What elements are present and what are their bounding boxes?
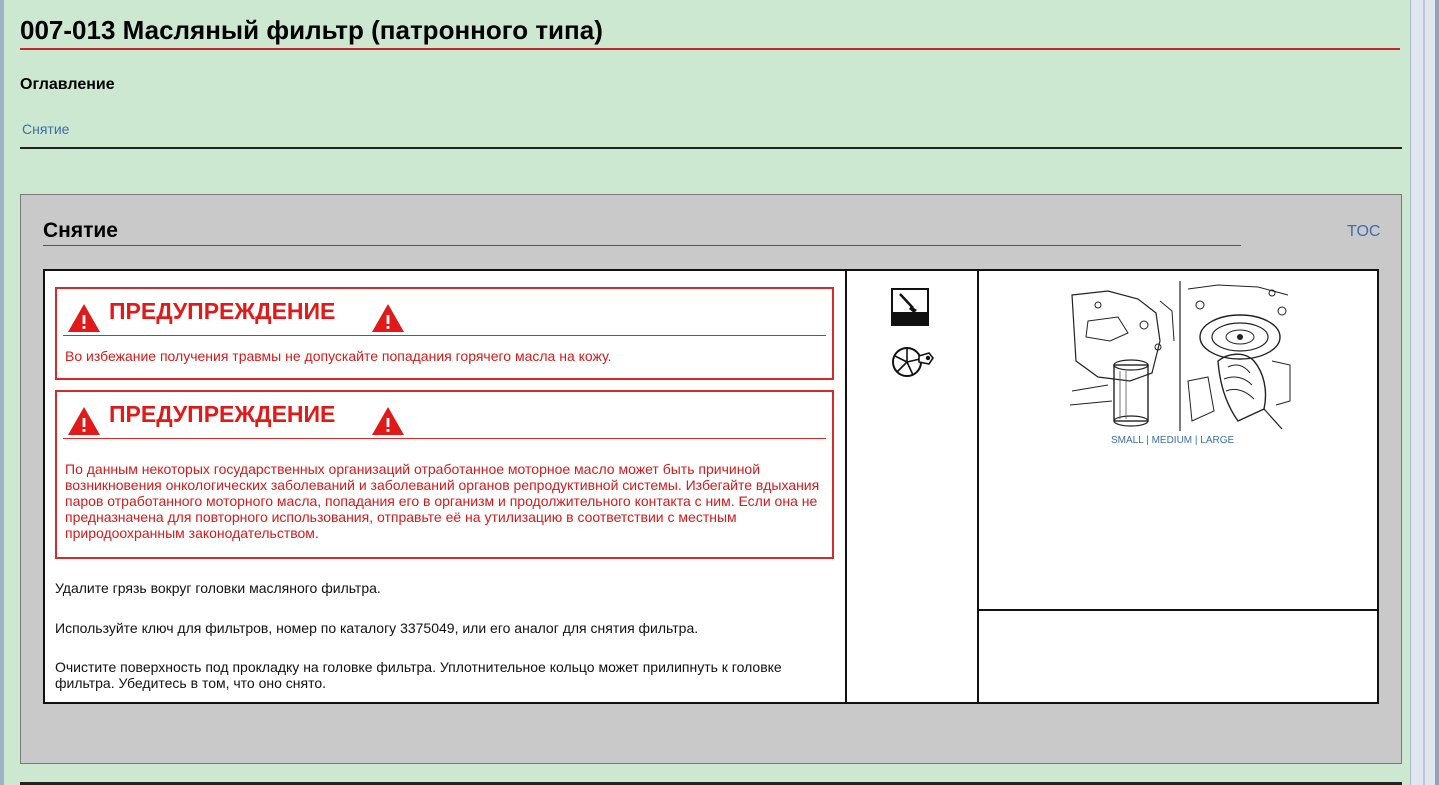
warning-header: ПРЕДУПРЕЖДЕНИЕ <box>63 289 826 336</box>
warning-text: Во избежание получения травмы не допуска… <box>65 348 612 364</box>
warning-box: ПРЕДУПРЕЖДЕНИЕ Во избежание получения тр… <box>55 287 834 380</box>
image-size-small-link[interactable]: SMALL <box>1111 435 1143 446</box>
removal-section: Снятие TOC ПРЕДУПРЕЖДЕНИЕ Во избежание п <box>20 194 1402 764</box>
image-size-large-link[interactable]: LARGE <box>1200 435 1234 446</box>
image-size-links: SMALL | MEDIUM | LARGE <box>1111 435 1234 446</box>
warning-triangle-icon <box>372 304 404 332</box>
column-divider <box>845 271 847 702</box>
toc-divider <box>20 147 1402 149</box>
column-divider <box>977 271 979 702</box>
warning-box: ПРЕДУПРЕЖДЕНИЕ По данным некоторых госуд… <box>55 390 834 559</box>
step-text: Очистите поверхность под прокладку на го… <box>55 659 782 691</box>
brush-icon <box>891 288 929 326</box>
image-size-medium-link[interactable]: MEDIUM <box>1152 435 1193 446</box>
page-title-text: 007-013 Масляный фильтр (патронного типа… <box>20 15 603 45</box>
oil-filter-illustration[interactable] <box>1068 281 1292 431</box>
section-title: Снятие <box>43 219 118 242</box>
warning-triangle-icon <box>68 304 100 332</box>
image-size-separator: | <box>1143 435 1152 446</box>
scrollbar-track <box>1423 0 1425 785</box>
window-frame-left <box>0 0 4 785</box>
step-text: Удалите грязь вокруг головки масляного ф… <box>55 580 381 596</box>
warning-header: ПРЕДУПРЕЖДЕНИЕ <box>63 392 826 439</box>
warning-label: ПРЕДУПРЕЖДЕНИЕ <box>109 401 336 427</box>
toc-back-link[interactable]: TOC <box>1347 223 1380 241</box>
warning-label: ПРЕДУПРЕЖДЕНИЕ <box>109 298 336 324</box>
image-cell-divider <box>979 609 1379 611</box>
procedure-table: ПРЕДУПРЕЖДЕНИЕ Во избежание получения тр… <box>43 269 1379 704</box>
pie-wrench-icon <box>892 347 934 377</box>
warning-triangle-icon <box>68 407 100 435</box>
section-title-underline <box>43 245 1241 246</box>
step-text: Используйте ключ для фильтров, номер по … <box>55 620 699 636</box>
toc-heading: Оглавление <box>20 76 115 93</box>
scrollbar[interactable] <box>1410 0 1439 785</box>
toc-link-removal[interactable]: Снятие <box>22 121 69 137</box>
page-title: 007-013 Масляный фильтр (патронного типа… <box>20 14 1400 50</box>
warning-triangle-icon <box>372 407 404 435</box>
warning-text: По данным некоторых государственных орга… <box>65 461 820 541</box>
scrollbar-thumb[interactable] <box>1435 0 1439 785</box>
